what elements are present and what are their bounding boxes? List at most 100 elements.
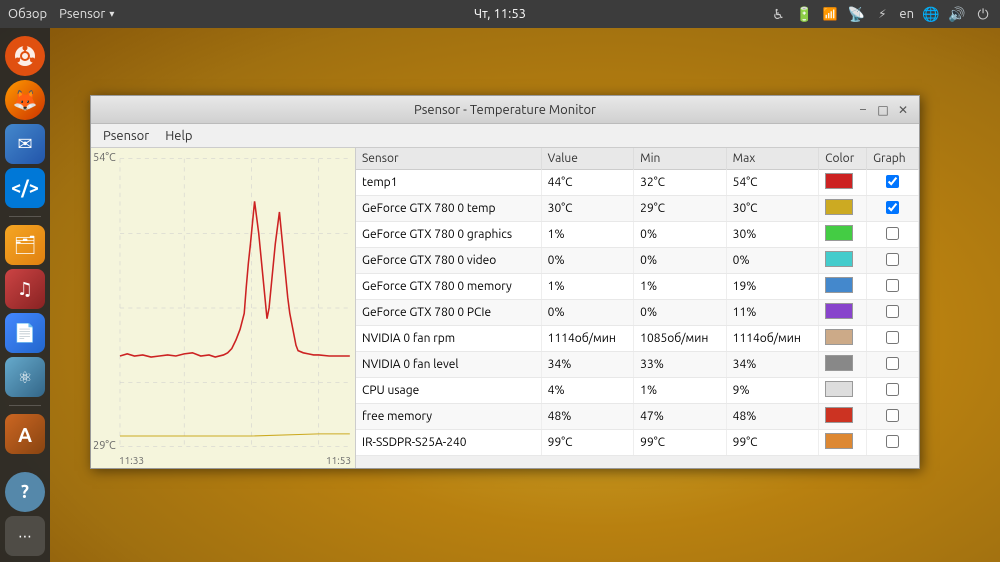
close-button[interactable]: ✕ [895,102,911,118]
table-row: GeForce GTX 780 0 memory 1% 1% 19% [356,274,919,300]
panel-right: ♿ 🔋 📶 📡 ⚡ en 🌐 🔊 ⏻ [769,5,992,23]
sensor-min: 47% [634,404,727,430]
graph-checkbox-cell[interactable] [867,300,919,326]
sensor-value: 0% [541,300,634,326]
graph-checkbox[interactable] [886,279,899,292]
app-menu[interactable]: Psensor ▾ [59,7,114,21]
sensor-color-cell [819,170,867,196]
sensor-value: 34% [541,352,634,378]
sensor-color-cell [819,378,867,404]
graph-checkbox-cell[interactable] [867,352,919,378]
battery-icon: 🔋 [795,5,813,23]
graph-checkbox[interactable] [886,357,899,370]
menu-psensor[interactable]: Psensor [95,127,157,145]
graph-checkbox-cell[interactable] [867,222,919,248]
window-titlebar: Psensor - Temperature Monitor – □ ✕ [91,96,919,124]
panel-left: Обзор Psensor ▾ [8,7,765,21]
sensor-min: 1% [634,274,727,300]
sensor-color-cell [819,430,867,456]
bluetooth-icon: ⚡ [873,5,891,23]
table-row: free memory 48% 47% 48% [356,404,919,430]
graph-checkbox[interactable] [886,305,899,318]
vscode-icon[interactable]: </> [5,168,45,208]
graph-checkbox[interactable] [886,175,899,188]
dock-separator-2 [9,405,41,406]
installer-icon[interactable]: A [5,414,45,454]
sensor-value: 1% [541,222,634,248]
graph-checkbox-cell[interactable] [867,248,919,274]
table-row: CPU usage 4% 1% 9% [356,378,919,404]
color-swatch [825,225,853,241]
sensor-max: 1114об/мин [726,326,819,352]
menu-bar: Psensor Help [91,124,919,148]
minimize-button[interactable]: – [855,102,871,118]
graph-checkbox[interactable] [886,435,899,448]
help-icon[interactable]: ? [5,472,45,512]
maximize-button[interactable]: □ [875,102,891,118]
table-row: GeForce GTX 780 0 video 0% 0% 0% [356,248,919,274]
sensor-name: GeForce GTX 780 0 graphics [356,222,541,248]
col-sensor: Sensor [356,148,541,170]
sensor-min: 99°C [634,430,727,456]
files-icon[interactable]: 🗂 [5,225,45,265]
sensor-color-cell [819,222,867,248]
color-swatch [825,329,853,345]
table-row: IR-SSDPR-S25A-240 99°C 99°C 99°C [356,430,919,456]
sensor-min: 1085об/мин [634,326,727,352]
graph-checkbox-cell[interactable] [867,170,919,196]
sensor-name: NVIDIA 0 fan level [356,352,541,378]
sensor-name: IR-SSDPR-S25A-240 [356,430,541,456]
sensor-min: 0% [634,222,727,248]
color-swatch [825,173,853,189]
color-swatch [825,433,853,449]
graph-checkbox-cell[interactable] [867,326,919,352]
sensor-max: 30°C [726,196,819,222]
sensor-name: temp1 [356,170,541,196]
window-controls: – □ ✕ [855,102,911,118]
graph-checkbox-cell[interactable] [867,196,919,222]
atom-icon[interactable]: ⚛ [5,357,45,397]
table-row: GeForce GTX 780 0 PCIe 0% 0% 11% [356,300,919,326]
left-dock: 🦊 ✉ </> 🗂 ♫ 📄 ⚛ A ? ⋯ [0,28,50,562]
graph-checkbox-cell[interactable] [867,274,919,300]
color-swatch [825,277,853,293]
accessibility-icon: ♿ [769,5,787,23]
sensor-min: 0% [634,248,727,274]
panel-datetime: Чт, 11:53 [474,7,526,21]
graph-checkbox[interactable] [886,409,899,422]
sensor-color-cell [819,326,867,352]
sensor-max: 48% [726,404,819,430]
sensor-name: GeForce GTX 780 0 memory [356,274,541,300]
sensor-value: 0% [541,248,634,274]
mail-icon[interactable]: ✉ [5,124,45,164]
sensor-min: 0% [634,300,727,326]
app-menu-label: Psensor [59,7,105,21]
graph-checkbox-cell[interactable] [867,378,919,404]
color-swatch [825,355,853,371]
power-icon[interactable]: ⏻ [974,5,992,23]
sensor-color-cell [819,274,867,300]
lang-label[interactable]: en [899,7,914,21]
graph-checkbox[interactable] [886,201,899,214]
menu-help[interactable]: Help [157,127,200,145]
graph-checkbox-cell[interactable] [867,430,919,456]
graph-checkbox[interactable] [886,383,899,396]
sensor-color-cell [819,404,867,430]
rhythmbox-icon[interactable]: ♫ [5,269,45,309]
sensor-max: 54°C [726,170,819,196]
firefox-icon[interactable]: 🦊 [5,80,45,120]
ubuntu-icon[interactable] [5,36,45,76]
graph-checkbox[interactable] [886,227,899,240]
wifi-icon: 📡 [847,5,865,23]
docs-icon[interactable]: 📄 [5,313,45,353]
graph-svg [91,148,355,468]
main-window: Psensor - Temperature Monitor – □ ✕ Psen… [90,95,920,469]
graph-checkbox-cell[interactable] [867,404,919,430]
apps-icon[interactable]: ⋯ [5,516,45,556]
color-swatch [825,381,853,397]
graph-checkbox[interactable] [886,253,899,266]
table-row: temp1 44°C 32°C 54°C [356,170,919,196]
graph-checkbox[interactable] [886,331,899,344]
overview-label[interactable]: Обзор [8,7,47,21]
network-icon: 📶 [821,5,839,23]
